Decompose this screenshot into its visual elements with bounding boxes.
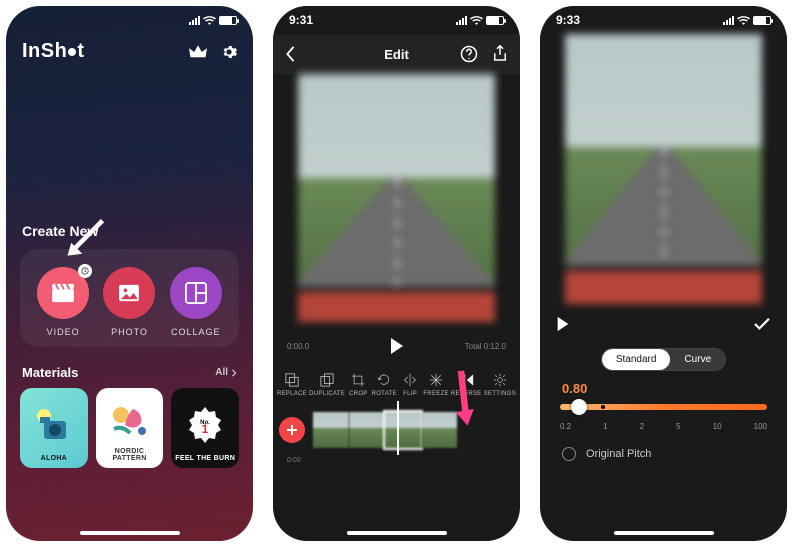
edit-header: Edit [273, 34, 520, 74]
plus-icon [286, 424, 298, 436]
radio-icon [562, 447, 576, 461]
create-card: VIDEO PHOTO COLLAGE [20, 249, 239, 347]
settings-icon[interactable] [221, 44, 237, 60]
video-preview[interactable] [540, 34, 787, 304]
play-button[interactable] [556, 316, 570, 332]
badge-graphic-icon: No.1 [183, 405, 227, 445]
create-photo-tile[interactable]: PHOTO [103, 267, 155, 337]
back-button[interactable] [285, 46, 295, 62]
chevron-left-icon [285, 46, 295, 62]
battery-icon [486, 16, 504, 25]
confirm-button[interactable] [753, 317, 771, 331]
tool-replace[interactable]: REPLACE [277, 372, 307, 397]
timeline-time: 0:00 [287, 457, 301, 464]
material-label: ALOHA [41, 455, 67, 462]
material-label: NORDIC PATTERN [99, 448, 161, 462]
play-button[interactable] [389, 337, 405, 355]
speed-mode-segment: Standard Curve [601, 348, 726, 371]
material-aloha[interactable]: ALOHA [20, 388, 88, 468]
wifi-icon [737, 15, 750, 25]
home-indicator[interactable] [614, 531, 714, 535]
edit-screen: 9:31 Edit 0:00.0 Total 0:12.0 REPLACE [273, 6, 520, 541]
slider-knob[interactable] [571, 399, 587, 415]
clapperboard-icon [51, 283, 75, 303]
status-bar [6, 6, 253, 34]
battery-icon [753, 16, 771, 25]
material-burn[interactable]: No.1 FEEL THE BURN [171, 388, 239, 468]
collage-icon [185, 282, 207, 304]
tutorial-arrow-icon [62, 217, 108, 263]
share-icon[interactable] [492, 45, 508, 63]
replace-icon [285, 373, 299, 387]
status-time: 9:31 [289, 13, 313, 27]
home-indicator[interactable] [347, 531, 447, 535]
add-clip-button[interactable] [279, 417, 305, 443]
tile-label: VIDEO [47, 327, 80, 337]
signal-icon [189, 16, 200, 25]
speed-slider[interactable] [560, 404, 767, 410]
edit-title: Edit [384, 47, 409, 62]
material-label: FEEL THE BURN [175, 455, 235, 462]
signal-icon [456, 16, 467, 25]
create-video-tile[interactable]: VIDEO [37, 267, 89, 337]
battery-icon [219, 16, 237, 25]
wifi-icon [203, 15, 216, 25]
help-icon[interactable] [460, 45, 478, 63]
slider-default-mark [601, 405, 605, 409]
crop-icon [351, 373, 365, 387]
tool-flip[interactable]: FLIP [399, 372, 422, 397]
wifi-icon [470, 15, 483, 25]
create-collage-tile[interactable]: COLLAGE [170, 267, 222, 337]
status-bar: 9:31 [273, 6, 520, 34]
original-pitch-label: Original Pitch [586, 448, 651, 460]
recent-badge-icon [78, 264, 92, 278]
clip-thumb-selected[interactable] [385, 412, 421, 448]
total-time: Total 0:12.0 [465, 342, 506, 351]
tool-rotate[interactable]: ROTATE [372, 372, 397, 397]
original-pitch-option[interactable]: Original Pitch [540, 431, 787, 477]
home-indicator[interactable] [80, 531, 180, 535]
create-new-title: Create New [6, 223, 253, 239]
duplicate-icon [320, 373, 334, 387]
video-preview[interactable] [273, 74, 520, 322]
pattern-graphic-icon [108, 403, 152, 439]
materials-title: Materials [22, 365, 78, 380]
crown-icon[interactable] [189, 45, 207, 59]
tool-crop[interactable]: CROP [347, 372, 370, 397]
status-time: 9:33 [556, 13, 580, 27]
tool-duplicate[interactable]: DUPLICATE [309, 372, 345, 397]
segment-curve[interactable]: Curve [670, 349, 725, 370]
signal-icon [723, 16, 734, 25]
flip-icon [403, 373, 417, 387]
home-screen: InSht Create New VIDEO [6, 6, 253, 541]
gear-icon [493, 373, 507, 387]
playhead[interactable] [397, 401, 399, 455]
svg-text:1: 1 [202, 422, 209, 436]
play-bar: 0:00.0 Total 0:12.0 [273, 322, 520, 370]
slider-ticks: 0.2 1 2 5 10 100 [540, 414, 787, 431]
tile-label: COLLAGE [171, 327, 221, 337]
material-nordic[interactable]: NORDIC PATTERN [96, 388, 164, 468]
materials-all-link[interactable]: All [215, 367, 237, 378]
tile-label: PHOTO [111, 327, 148, 337]
clip-thumb[interactable] [349, 412, 385, 448]
status-bar: 9:33 [540, 6, 787, 34]
chevron-right-icon [231, 369, 237, 377]
current-time: 0:00.0 [287, 342, 309, 351]
rotate-icon [377, 373, 391, 387]
speed-screen: 9:33 Standard Curve 0.80 0.2 [540, 6, 787, 541]
app-logo: InSht [22, 40, 85, 63]
clip-thumb[interactable] [313, 412, 349, 448]
camera-graphic-icon [34, 407, 74, 443]
image-icon [118, 284, 140, 302]
speed-value: 0.80 [540, 371, 787, 400]
segment-standard[interactable]: Standard [602, 349, 671, 370]
